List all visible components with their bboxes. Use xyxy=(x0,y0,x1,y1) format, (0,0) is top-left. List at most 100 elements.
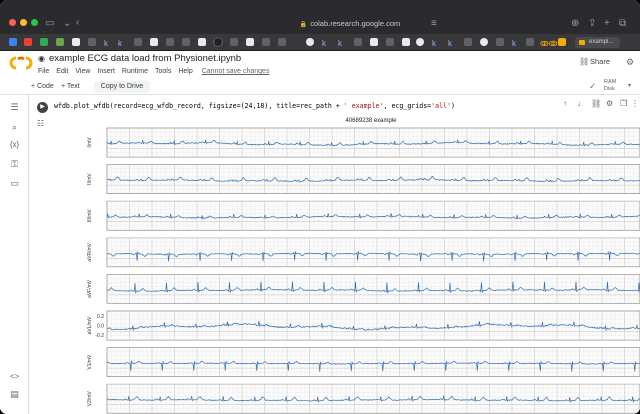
notebook-title[interactable]: ◉ example ECG data load from Physionet.ip… xyxy=(38,53,241,65)
run-cell-button[interactable]: ▶ xyxy=(37,102,48,113)
disk-label: Disk xyxy=(604,85,615,92)
move-up-icon[interactable]: ↑ xyxy=(563,99,567,108)
svg-text:k: k xyxy=(432,39,437,48)
svg-text:k: k xyxy=(104,39,109,48)
cell-toolbar: ↑ ↓ ⛓ ⚙ ❐ ⋮ xyxy=(563,98,639,111)
code-string: ' example' xyxy=(343,102,384,110)
colab-logo-icon[interactable] xyxy=(9,55,33,71)
gear-icon[interactable]: ⚙ xyxy=(626,57,634,68)
share-button[interactable]: Share xyxy=(590,57,610,66)
share-icon[interactable]: ⇪ xyxy=(588,19,596,29)
ecg-panel-1: I/mV xyxy=(87,127,640,158)
ecg-panel-5: aVF/mV xyxy=(87,274,640,304)
ecg-panel-7: V1/mV xyxy=(87,347,640,377)
ecg-lead-label: V2/mV xyxy=(87,391,93,407)
close-window-button[interactable] xyxy=(9,19,16,26)
code-cell: ▶ wfdb.plot_wfdb(record=ecg_wfdb_record,… xyxy=(29,95,640,414)
connected-check-icon: ✓ xyxy=(589,81,597,91)
sidebar-toggle-icon[interactable]: ▭ xyxy=(45,19,54,29)
minimize-window-button[interactable] xyxy=(20,19,27,26)
ecg-panel-4: aVR/mV xyxy=(87,237,640,268)
new-tab-icon[interactable]: + xyxy=(604,19,610,29)
resource-indicator[interactable]: RAM Disk xyxy=(604,79,616,92)
code-text: wfdb.plot_wfdb(record=ecg_wfdb_record, f… xyxy=(54,102,344,110)
menu-runtime[interactable]: Runtime xyxy=(122,67,148,77)
code-text-2: , ecg_grids= xyxy=(383,102,432,110)
ecg-lead-label: III/mV xyxy=(87,209,93,223)
notebook-toolbar: + Code + Text Copy to Drive ✓ RAM Disk ▾ xyxy=(0,79,640,95)
search-icon[interactable]: ⌕ xyxy=(8,122,21,133)
ram-label: RAM xyxy=(604,79,617,85)
files-folder-icon[interactable]: ▭ xyxy=(8,178,21,189)
svg-text:k: k xyxy=(322,39,327,48)
command-palette-icon[interactable]: ▤ xyxy=(8,389,21,400)
code-snippets-icon[interactable]: <> xyxy=(8,372,21,381)
menu-insert[interactable]: Insert xyxy=(97,67,115,77)
svg-text:k: k xyxy=(512,39,517,48)
reader-icon[interactable]: ≡ xyxy=(431,19,437,29)
menu-tools[interactable]: Tools xyxy=(155,67,171,77)
menu-view[interactable]: View xyxy=(75,67,90,77)
ecg-panel-6: aVL/mV 0.2 0.0 -0.2 xyxy=(87,310,640,341)
ecg-lead-label: aVR/mV xyxy=(87,242,93,261)
copy-to-drive-button[interactable]: Copy to Drive xyxy=(94,81,150,93)
menu-file[interactable]: File xyxy=(38,67,49,77)
ecg-lead-label: aVL/mV xyxy=(87,316,93,334)
ecg-lead-label: I/mV xyxy=(87,137,93,148)
ecg-figure: 40689238 example I/mV II/mV III/mV aVR/mV aV… xyxy=(51,115,640,414)
url-text: colab.research.google.com xyxy=(310,19,401,28)
github-icon: ◉ xyxy=(38,54,45,63)
tab-overview-icon[interactable]: ⧉ xyxy=(619,19,626,29)
colab-header: ◉ example ECG data load from Physionet.ip… xyxy=(0,51,640,79)
active-tab[interactable]: exampl... xyxy=(575,37,620,48)
ecg-plot-svg: 40689238 example I/mV II/mV III/mV aVR/mV aV… xyxy=(87,118,640,414)
ecg-panel-2: II/mV xyxy=(87,164,640,194)
chevron-down-icon[interactable]: ▾ xyxy=(628,82,631,89)
ecg-ytick-label: 0.2 xyxy=(97,314,104,320)
secrets-key-icon[interactable]: ⚿ xyxy=(8,159,21,170)
ecg-panel-8: V2/mV xyxy=(87,383,640,414)
chart-title: 40689238 example xyxy=(345,118,397,124)
code-string-2: 'all' xyxy=(431,102,451,110)
code-editor[interactable]: wfdb.plot_wfdb(record=ecg_wfdb_record, f… xyxy=(54,101,455,111)
variables-icon[interactable]: {x} xyxy=(8,140,21,149)
code-text-3: ) xyxy=(451,102,455,110)
ecg-lead-label: II/mV xyxy=(87,173,93,185)
link-icon[interactable]: ⛓ xyxy=(579,57,589,66)
favorites-icons[interactable]: k k k k k k k ↂↂ xyxy=(0,34,570,51)
menu-bar: File Edit View Insert Runtime Tools Help… xyxy=(38,67,276,77)
svg-text:k: k xyxy=(338,39,343,48)
safari-toolbar: ▭ ⌄ ‹ 🔒 colab.research.google.com ≡ ⊕ ⇪ +… xyxy=(0,0,640,34)
favorites-bar: k k k k k k k ↂↂ exampl... xyxy=(0,34,640,51)
ecg-ytick-label: 0.0 xyxy=(97,324,104,330)
ecg-lead-label: V1/mV xyxy=(87,354,93,370)
cannot-save-link[interactable]: Cannot save changes xyxy=(202,67,270,77)
browser-window: ▭ ⌄ ‹ 🔒 colab.research.google.com ≡ ⊕ ⇪ +… xyxy=(0,0,640,414)
move-down-icon[interactable]: ↓ xyxy=(577,99,581,108)
ecg-panel-3: III/mV xyxy=(87,200,640,231)
toc-icon[interactable]: ☰ xyxy=(8,102,21,113)
svg-text:ↂↂ: ↂↂ xyxy=(540,40,558,48)
chevron-down-icon[interactable]: ⌄ xyxy=(63,19,71,29)
add-text-button[interactable]: + Text xyxy=(61,81,80,92)
download-icon[interactable]: ⊕ xyxy=(571,19,579,29)
address-bar[interactable]: 🔒 colab.research.google.com xyxy=(245,18,455,30)
svg-text:k: k xyxy=(448,39,453,48)
left-sidebar: ☰ ⌕ {x} ⚿ ▭ <> ▤ xyxy=(0,95,29,414)
link-icon[interactable]: ⛓ xyxy=(591,99,601,108)
add-code-button[interactable]: + Code xyxy=(31,81,54,92)
ecg-ytick-label: -0.2 xyxy=(95,333,104,339)
back-icon[interactable]: ‹ xyxy=(76,18,79,28)
menu-edit[interactable]: Edit xyxy=(56,67,68,77)
ecg-lead-label: aVF/mV xyxy=(87,279,93,298)
notebook-title-text: example ECG data load from Physionet.ipy… xyxy=(48,53,242,64)
menu-help[interactable]: Help xyxy=(178,67,192,77)
mirror-cell-icon[interactable]: ❐ xyxy=(620,99,627,108)
lock-icon: 🔒 xyxy=(299,22,308,28)
active-tab-label: exampl... xyxy=(589,39,614,45)
more-options-icon[interactable]: ⋮ xyxy=(631,99,639,108)
zoom-window-button[interactable] xyxy=(31,19,38,26)
output-menu-icon[interactable]: ☷ xyxy=(37,119,44,128)
svg-text:k: k xyxy=(118,39,123,48)
cell-settings-icon[interactable]: ⚙ xyxy=(606,99,613,108)
